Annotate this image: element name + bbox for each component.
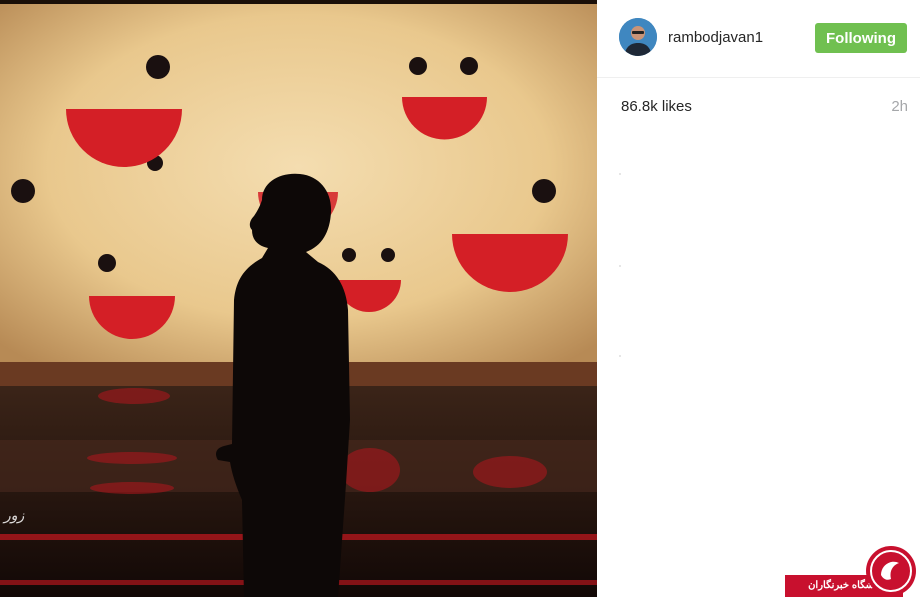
following-button[interactable]: Following [815, 23, 907, 53]
post-sidebar: rambodjavan1 Following 86.8k likes 2h [597, 0, 920, 597]
svg-text:زو‌ر: زو‌ر [2, 508, 25, 524]
divider-dot [619, 265, 621, 267]
username-link[interactable]: rambodjavan1 [668, 29, 763, 46]
post-photo-art: زو‌ر [0, 0, 597, 597]
avatar[interactable] [619, 18, 657, 56]
divider-dot [619, 173, 621, 175]
divider-dot [619, 355, 621, 357]
avatar-image [619, 18, 657, 56]
post-time[interactable]: 2h [891, 98, 908, 115]
watermark-logo-icon [865, 545, 917, 597]
post-photo[interactable]: زو‌ر [0, 0, 597, 597]
likes-count[interactable]: 86.8k likes [621, 98, 692, 115]
post-header: rambodjavan1 Following [597, 0, 920, 78]
